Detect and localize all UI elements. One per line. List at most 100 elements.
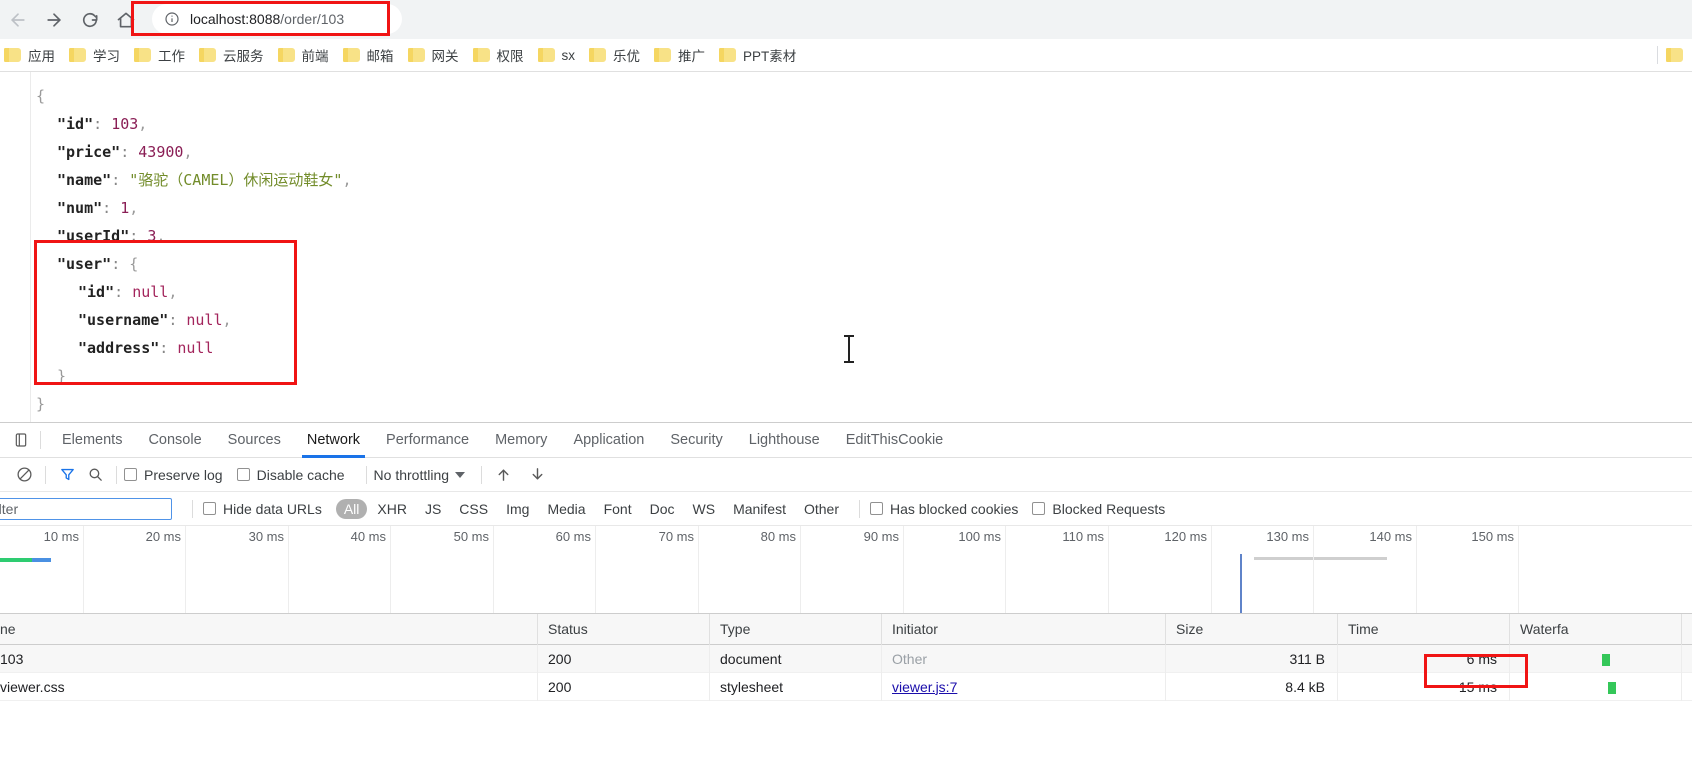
filter-icon[interactable] [53,461,81,489]
tab-memory[interactable]: Memory [482,423,560,458]
json-token-colon: : [111,171,130,189]
resource-type-filter-css[interactable]: CSS [451,499,496,519]
cell-waterfall [1510,644,1682,673]
overview-tick [1108,526,1109,613]
column-header-name[interactable]: ne [0,613,538,645]
bookmark-item[interactable]: 网关 [404,43,467,67]
address-bar[interactable]: localhost:8088/order/103 [152,3,402,34]
cell-status-text: 200 [548,678,572,695]
search-icon[interactable] [81,461,109,489]
back-icon[interactable] [0,2,36,38]
resource-type-filter-doc[interactable]: Doc [642,499,683,519]
resource-type-filter-all[interactable]: All [335,498,368,519]
network-timeline-overview[interactable]: 10 ms 20 ms 30 ms 40 ms 50 ms 60 ms 70 ms 80 ms… [0,526,1692,614]
table-row[interactable]: 103 200 document Other 311 B 6 ms [0,644,1692,673]
folder-icon [4,48,21,62]
bookmark-item[interactable]: 应用 [0,43,63,67]
home-icon[interactable] [108,2,144,38]
cell-size: 8.4 kB [1166,672,1338,701]
resource-type-filter-other[interactable]: Other [796,499,847,519]
column-header-waterfall[interactable]: Waterfa [1510,613,1682,645]
disable-cache-checkbox[interactable]: Disable cache [236,466,345,483]
disable-cache-box[interactable] [236,468,250,481]
bookmark-label: 推广 [678,49,705,64]
bookmark-item[interactable]: 云服务 [195,43,272,67]
bookmark-item[interactable]: 权限 [469,43,532,67]
dock-panel-icon[interactable] [8,427,34,453]
forward-icon[interactable] [36,2,72,38]
tab-application[interactable]: Application [560,423,657,458]
toolbar-divider-4 [481,465,483,484]
toolbar-divider-3 [365,465,367,484]
resource-type-filter-media[interactable]: Media [539,499,593,519]
bookmark-overflow-folder-icon[interactable] [1666,48,1683,62]
has-blocked-cookies-checkbox[interactable]: Has blocked cookies [870,501,1018,517]
overview-tick [83,526,84,613]
bookmark-label: 应用 [28,49,55,64]
bookmark-item[interactable]: 邮箱 [339,43,402,67]
resource-type-filter-manifest[interactable]: Manifest [725,499,794,519]
bookmark-item[interactable]: 乐优 [585,43,648,67]
json-token-colon: : [129,227,148,245]
column-header-size[interactable]: Size [1166,613,1338,645]
waterfall-bar [1608,681,1616,694]
bookmark-label: 云服务 [223,49,264,64]
preserve-log-checkbox[interactable]: Preserve log [124,467,223,483]
json-line: "name": "骆驼（CAMEL）休闲运动鞋女", [36,166,352,194]
tabbar-divider [40,431,41,449]
json-line: } [36,362,352,390]
table-row[interactable]: viewer.css 200 stylesheet viewer.js:7 8.4 kB… [0,672,1692,701]
filterbar-divider-2 [859,499,860,518]
resource-type-filter-xhr[interactable]: XHR [369,499,415,519]
reload-icon[interactable] [72,2,108,38]
tab-editthiscookie[interactable]: EditThisCookie [833,423,957,458]
has-blocked-cookies-box[interactable] [870,502,883,515]
chevron-down-icon[interactable] [455,471,466,478]
import-har-icon[interactable] [489,461,517,489]
resource-type-filter-ws[interactable]: WS [685,499,724,519]
bookmark-item[interactable]: 工作 [130,43,193,67]
hide-data-urls-checkbox[interactable]: Hide data URLs [203,501,322,517]
tab-console[interactable]: Console [135,423,214,458]
tab-security[interactable]: Security [657,423,735,458]
browser-toolbar: localhost:8088/order/103 [0,0,1692,39]
toolbar-divider-2 [116,465,117,484]
bookmark-item[interactable]: 前端 [274,43,337,67]
tab-performance[interactable]: Performance [373,423,482,458]
folder-icon [537,48,555,62]
preserve-log-box[interactable] [124,468,137,481]
bookmark-item[interactable]: 学习 [65,43,128,67]
page-info-icon[interactable] [164,11,180,27]
bookmark-item[interactable]: 推广 [650,43,713,67]
cell-type: document [710,644,882,673]
overview-tick-label: 30 ms [248,529,284,544]
tab-sources[interactable]: Sources [215,423,294,458]
resource-type-filter-img[interactable]: Img [498,499,537,519]
throttling-select-value[interactable]: No throttling [374,467,449,483]
cell-initiator: Other [882,644,1166,673]
tab-elements[interactable]: Elements [49,423,135,458]
clear-network-log-icon[interactable] [10,461,38,489]
bookmark-item[interactable]: PPT素材 [715,43,804,67]
column-header-status[interactable]: Status [538,613,710,645]
json-token-colon: : [93,115,112,133]
disable-cache-label: Disable cache [256,466,345,483]
blocked-requests-box[interactable] [1032,502,1046,515]
filter-input[interactable]: Filter [0,497,172,520]
column-header-time[interactable]: Time [1338,613,1510,645]
json-line: "price": 43900, [36,138,352,166]
resource-type-filter-js[interactable]: JS [417,499,449,519]
overview-gray-bar [1254,557,1387,560]
hide-data-urls-label: Hide data URLs [223,500,322,517]
hide-data-urls-box[interactable] [203,502,216,515]
requests-table-header: ne Status Type Initiator Size Time Water… [0,613,1692,645]
resource-type-filter-font[interactable]: Font [596,499,640,519]
column-header-initiator[interactable]: Initiator [882,613,1166,645]
export-har-icon[interactable] [523,461,551,489]
bookmark-item[interactable]: sx [534,43,584,67]
column-header-type[interactable]: Type [710,613,882,645]
blocked-requests-checkbox[interactable]: Blocked Requests [1032,501,1165,517]
tab-network[interactable]: Network [294,423,373,458]
overview-tick [1313,526,1314,613]
tab-lighthouse[interactable]: Lighthouse [736,423,833,458]
